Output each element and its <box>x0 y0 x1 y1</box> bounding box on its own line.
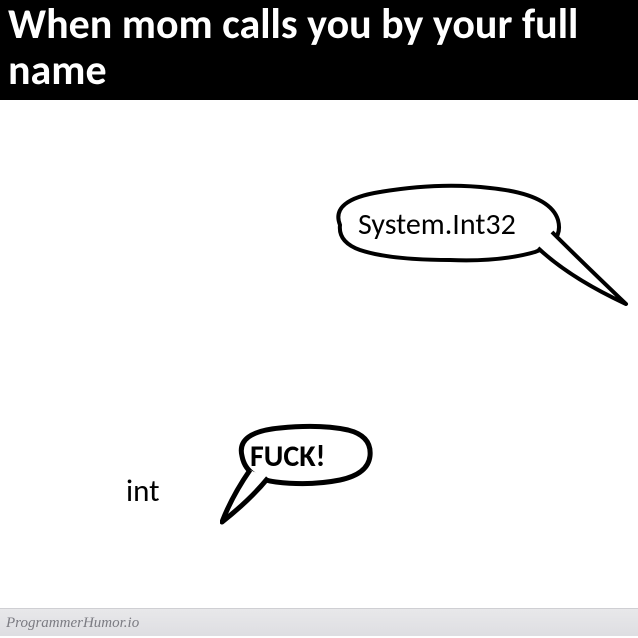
watermark-footer: ProgrammerHumor.io <box>0 608 638 636</box>
header-title: When mom calls you by your full name <box>8 0 578 96</box>
watermark-text: ProgrammerHumor.io <box>6 615 139 631</box>
meme-canvas: System.Int32 FUCK! int <box>0 100 638 638</box>
meme-header: When mom calls you by your full name <box>0 0 638 100</box>
mom-bubble-text: System.Int32 <box>358 206 516 243</box>
child-bubble-text: FUCK! <box>250 438 325 475</box>
child-speech-bubble: FUCK! <box>220 418 420 543</box>
mom-speech-bubble: System.Int32 <box>320 180 638 355</box>
speech-bubble-icon <box>220 418 420 538</box>
child-label: int <box>126 472 160 510</box>
